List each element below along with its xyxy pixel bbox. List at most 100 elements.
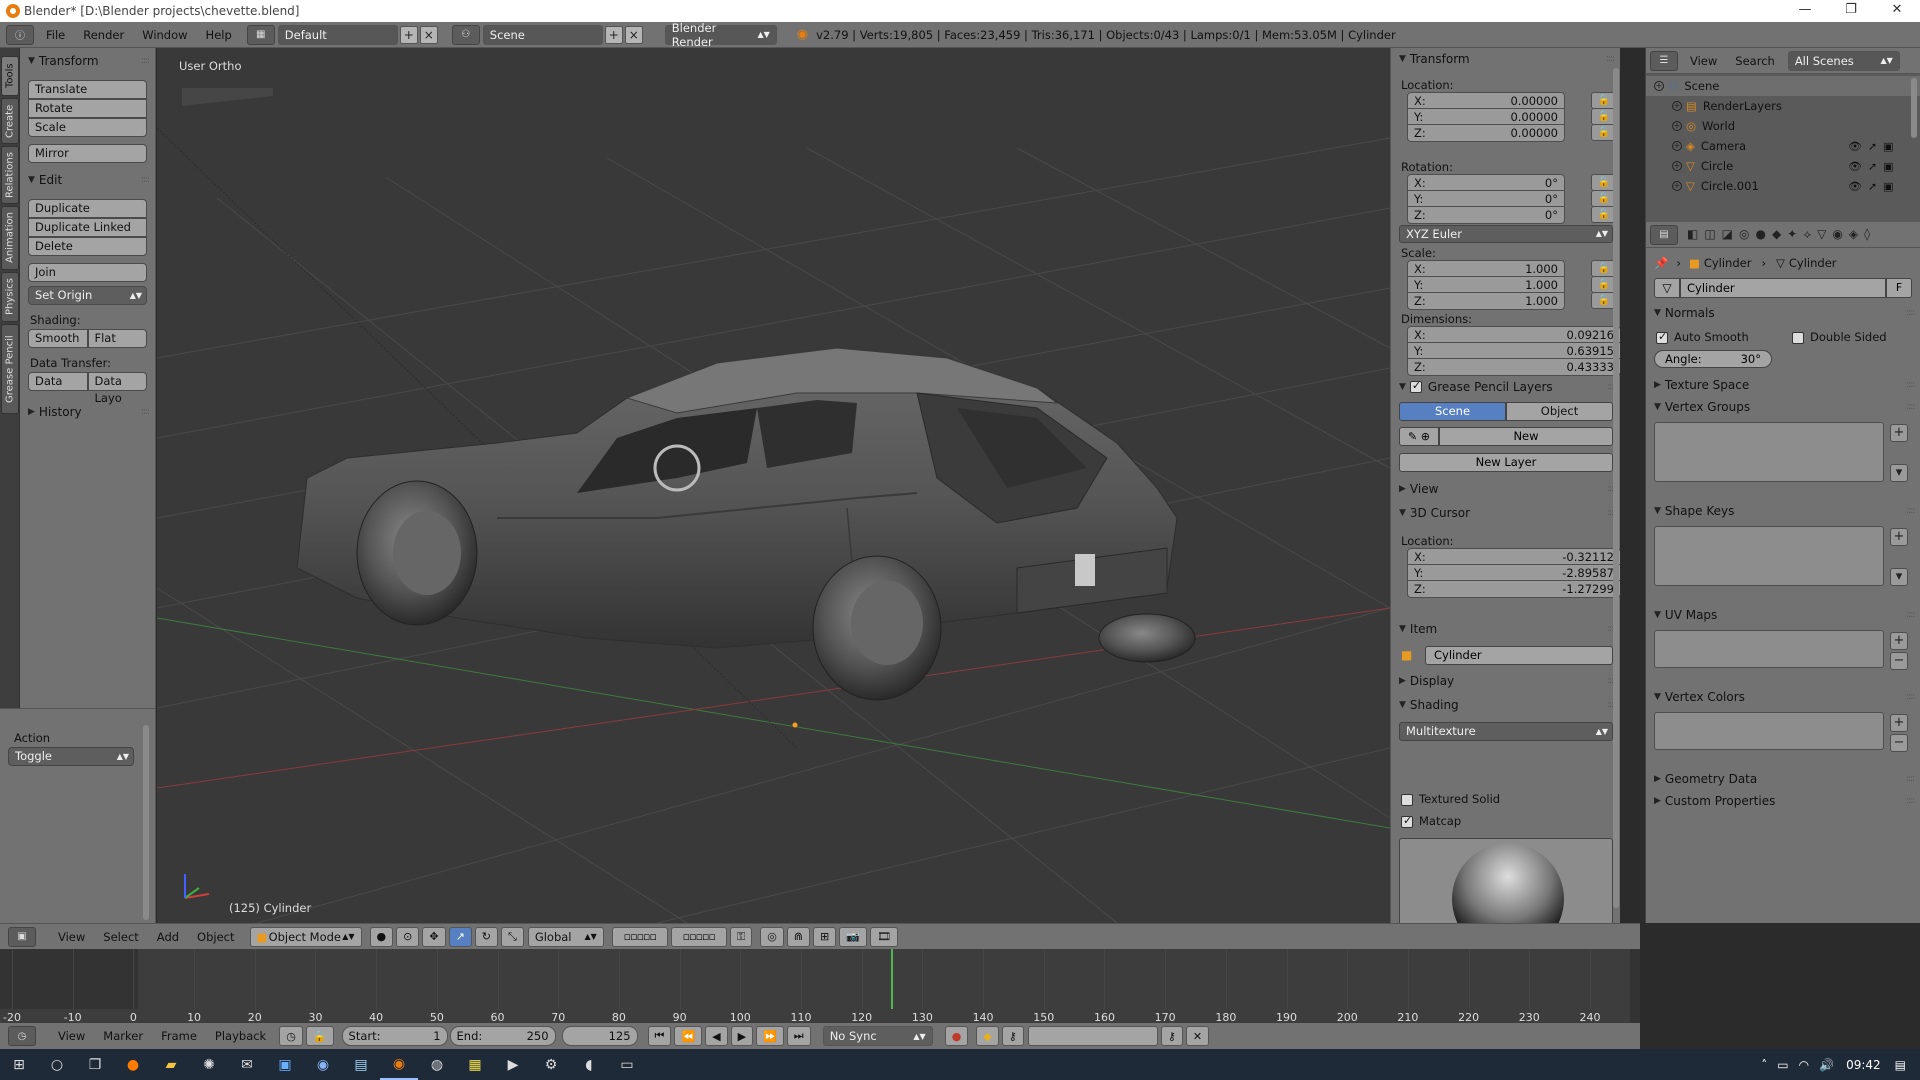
double-sided-toggle[interactable]: Double Sided [1792,330,1887,344]
end-frame-field[interactable]: End: 250 [449,1026,556,1046]
npanel-transform-header[interactable]: ▼ Transform:::: [1391,48,1620,70]
expand-toggle-icon[interactable]: + [1672,181,1682,191]
keying-set-button[interactable]: ◆ [976,1026,999,1046]
duplicate-button[interactable]: Duplicate [28,199,147,218]
start-frame-field[interactable]: Start: 1 [341,1026,448,1046]
jump-start-button[interactable]: ⏮ [647,1026,672,1046]
custom-properties-panel-header[interactable]: ▶ Custom Properties:::: [1646,790,1920,812]
tl-menu-marker[interactable]: Marker [94,1029,152,1043]
mirror-button[interactable]: Mirror [28,144,147,163]
gp-scene-button[interactable]: Scene [1399,402,1506,421]
3d-viewport[interactable]: User Ortho (125) Cylinder [157,48,1390,923]
outliner-item[interactable]: + ⚇ Scene [1646,76,1920,96]
expand-toggle-icon[interactable]: + [1672,161,1682,171]
add-uv-map-icon[interactable]: + [1890,632,1908,650]
expand-toggle-icon[interactable]: + [1654,81,1664,91]
add-vertex-color-icon[interactable]: + [1890,714,1908,732]
data-layout-button[interactable]: Data Layo [87,372,147,405]
vertex-groups-list[interactable] [1654,422,1884,482]
remove-layout-icon[interactable]: × [419,25,438,44]
delete-button[interactable]: Delete [28,237,147,256]
media-icon[interactable]: ▶ [494,1049,532,1080]
outliner-filter-dropdown[interactable]: All Scenes ▲▼ [1787,50,1900,71]
properties-shelf-scrollbar[interactable] [1613,68,1619,908]
timeline-scrollbar[interactable] [1630,949,1640,1023]
opengl-animation-button[interactable]: 🎞 [869,926,898,947]
steam-icon[interactable]: ◍ [418,1049,456,1080]
outliner-scrollbar[interactable] [1911,78,1917,138]
add-shape-key-icon[interactable]: + [1890,528,1908,546]
add-layout-icon[interactable]: + [399,25,418,44]
lock-camera-button[interactable]: ⚿ [729,926,753,947]
auto-smooth-toggle[interactable]: Auto Smooth [1656,330,1792,344]
tl-menu-view[interactable]: View [49,1029,94,1043]
notes-icon[interactable]: ▦ [456,1049,494,1080]
outliner-item[interactable]: + ◎ World [1646,116,1920,136]
volume-icon[interactable]: 🔊 [1819,1058,1834,1072]
blender-taskbar-icon[interactable]: ◉ [380,1049,418,1080]
transform-panel-header[interactable]: ▼ Transform:::: [20,50,155,72]
set-origin-dropdown[interactable]: Set Origin ▲▼ [28,286,147,305]
duplicate-linked-button[interactable]: Duplicate Linked [28,218,147,237]
jump-end-button[interactable]: ⏭ [786,1026,811,1046]
keying-set-field[interactable]: ⚷ [1001,1026,1024,1046]
insert-keyframe-button[interactable]: ⚷ [1160,1026,1183,1046]
matcap-preview[interactable] [1399,838,1613,923]
view-panel-header[interactable]: ▶ View:::: [1391,478,1620,500]
battery-icon[interactable]: ▭ [1777,1058,1788,1072]
grease-pencil-layers-header[interactable]: ▼Grease Pencil Layers:::: [1391,376,1620,398]
display-panel-header[interactable]: ▶ Display:::: [1391,670,1620,692]
matcap-toggle[interactable]: Matcap [1401,814,1461,828]
tl-menu-playback[interactable]: Playback [206,1029,275,1043]
auto-smooth-angle-field[interactable]: Angle: 30° [1654,350,1772,368]
remove-scene-icon[interactable]: × [624,25,643,44]
uv-maps-list[interactable] [1654,630,1884,668]
item-panel-header[interactable]: ▼ Item:::: [1391,618,1620,640]
vp-menu-add[interactable]: Add [148,930,188,944]
lock-time-cursor-button[interactable]: 🔒 [305,1026,334,1046]
textured-solid-toggle[interactable]: Textured Solid [1401,792,1500,806]
mesh-name-field[interactable]: Cylinder [1680,278,1886,298]
tab-relations[interactable]: Relations [1,146,19,204]
rotate-manipulator-button[interactable]: ↻ [474,926,498,947]
viewport-shading-button[interactable]: ● [369,926,394,947]
current-frame-field[interactable]: 125 [561,1026,638,1046]
translate-button[interactable]: Translate [28,80,147,99]
close-button[interactable]: ✕ [1874,0,1920,22]
timeline-editor-type-button[interactable]: ◷ [8,1026,36,1046]
translate-manipulator-button[interactable]: ↗ [448,926,472,947]
layers-grid-1[interactable]: ▫▫▫▫▫ [611,926,668,947]
vp-menu-object[interactable]: Object [188,930,243,944]
menu-file[interactable]: File [37,28,74,42]
dimensions-z-field[interactable]: Z: 0.43333 [1407,358,1620,376]
gp-object-button[interactable]: Object [1506,402,1613,421]
snap-toggle[interactable]: ⋒ [786,926,811,947]
mesh-browse-icon[interactable]: ▽ [1654,278,1680,298]
notifications-icon[interactable]: ▤ [1895,1058,1906,1072]
location-z-field[interactable]: Z: 0.00000 [1407,124,1565,142]
wifi-icon[interactable]: ◠ [1799,1058,1809,1072]
car-model[interactable] [157,48,1390,923]
action-dropdown[interactable]: Toggle ▲▼ [8,747,134,766]
context-tab-icons[interactable]: ◧◫◪◎●◆✦⟡▽◉◈◊ [1687,227,1876,242]
texture-space-panel-header[interactable]: ▶ Texture Space:::: [1646,374,1920,396]
edit-panel-header[interactable]: ▼ Edit:::: [20,169,155,191]
remote-desktop-icon[interactable]: ▭ [608,1049,646,1080]
join-button[interactable]: Join [28,263,147,282]
tab-grease-pencil[interactable]: Grease Pencil [1,324,19,414]
shape-key-menu-icon[interactable]: ▾ [1890,568,1908,586]
info-editor-type-button[interactable]: ⓘ [6,24,34,45]
preview-range-button[interactable]: ◷ [279,1026,303,1046]
outliner-view-menu[interactable]: View [1681,54,1726,68]
cursor-z-field[interactable]: Z: -1.27299 [1407,580,1620,598]
normals-panel-header[interactable]: ▼ Normals:::: [1646,302,1920,324]
file-explorer-icon[interactable]: ▰ [152,1049,190,1080]
expand-toggle-icon[interactable]: + [1672,141,1682,151]
restore-button[interactable]: ❐ [1828,0,1874,22]
vp-menu-view[interactable]: View [49,930,94,944]
pencil-icon[interactable]: ✎ ⊕ [1399,427,1439,446]
shape-keys-panel-header[interactable]: ▼ Shape Keys:::: [1646,500,1920,522]
properties-editor-type-button[interactable]: ▤ [1650,224,1678,245]
render-engine-dropdown[interactable]: Blender Render ▲▼ [664,21,777,49]
pivot-point-button[interactable]: ⊙ [396,926,420,947]
